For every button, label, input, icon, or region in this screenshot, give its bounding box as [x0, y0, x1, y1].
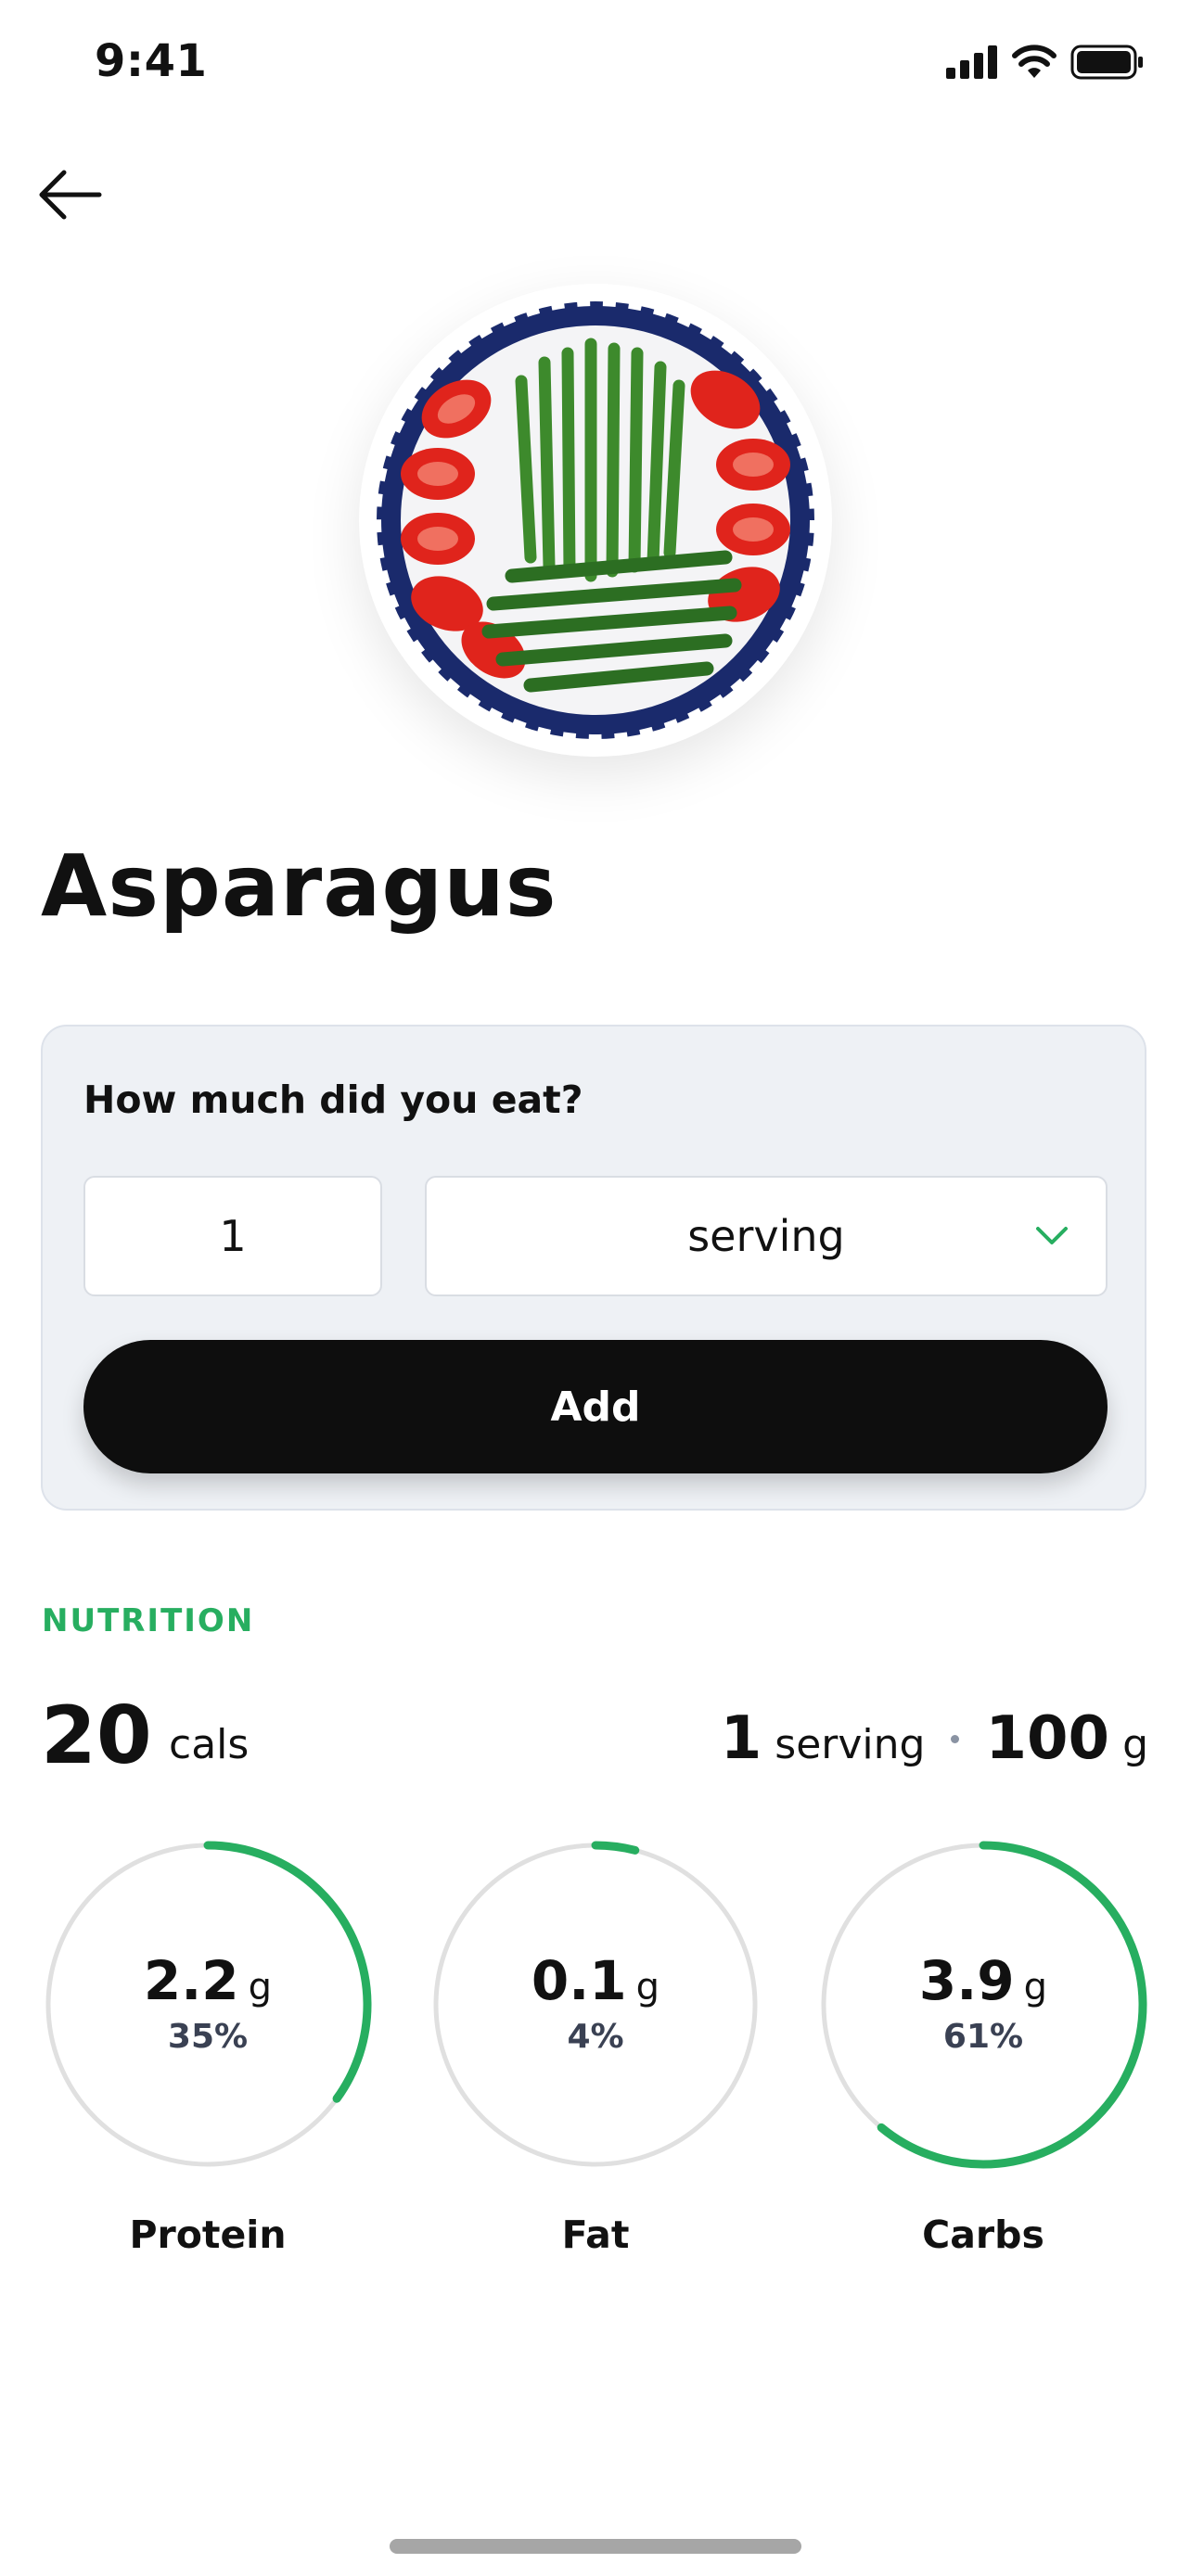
nutrition-section-label: NUTRITION — [42, 1602, 255, 1639]
wifi-icon — [1012, 45, 1057, 78]
carbs-percent: 61% — [942, 2017, 1024, 2056]
food-title: Asparagus — [41, 836, 557, 936]
battery-icon — [1070, 45, 1143, 80]
calories-value: 20 — [41, 1690, 152, 1782]
serving-summary: 1 serving 100 g — [721, 1704, 1148, 1773]
unit-value: serving — [687, 1211, 845, 1261]
asparagus-plate-illustration — [373, 298, 818, 743]
fat-label: Fat — [561, 2213, 630, 2257]
protein-unit: g — [248, 1965, 273, 2009]
food-photo — [359, 284, 832, 757]
protein-percent: 35% — [167, 2017, 249, 2056]
status-time: 9:41 — [95, 35, 208, 87]
quantity-value: 1 — [219, 1211, 247, 1261]
fat-unit: g — [635, 1965, 660, 2009]
status-icons — [946, 45, 1145, 80]
carbs-unit: g — [1023, 1965, 1048, 2009]
protein-value: 2.2 — [143, 1948, 239, 2012]
chevron-down-icon — [1036, 1227, 1068, 1244]
carbs-label: Carbs — [922, 2213, 1044, 2257]
fat-value: 0.1 — [531, 1948, 627, 2012]
fat-ring: 0.1 g 4% — [429, 1838, 762, 2172]
arrow-left-icon — [39, 170, 102, 220]
serving-weight-unit: g — [1122, 1721, 1148, 1768]
unit-select[interactable]: serving — [425, 1176, 1108, 1296]
fat-percent: 4% — [567, 2017, 624, 2056]
serving-unit: serving — [775, 1721, 926, 1768]
signal-icon — [946, 45, 997, 79]
serving-count: 1 — [720, 1704, 762, 1773]
separator-dot — [951, 1734, 960, 1743]
carbs-ring: 3.9 g 61% — [816, 1838, 1150, 2172]
portion-question: How much did you eat? — [83, 1078, 583, 1122]
back-button[interactable] — [33, 158, 108, 232]
home-indicator[interactable] — [390, 2539, 801, 2554]
protein-label: Protein — [129, 2213, 287, 2257]
add-button[interactable]: Add — [83, 1340, 1108, 1473]
protein-ring: 2.2 g 35% — [41, 1838, 375, 2172]
carbs-value: 3.9 — [918, 1948, 1015, 2012]
calories-unit: cals — [169, 1721, 250, 1768]
quantity-input[interactable]: 1 — [83, 1176, 382, 1296]
serving-weight: 100 — [985, 1704, 1110, 1773]
